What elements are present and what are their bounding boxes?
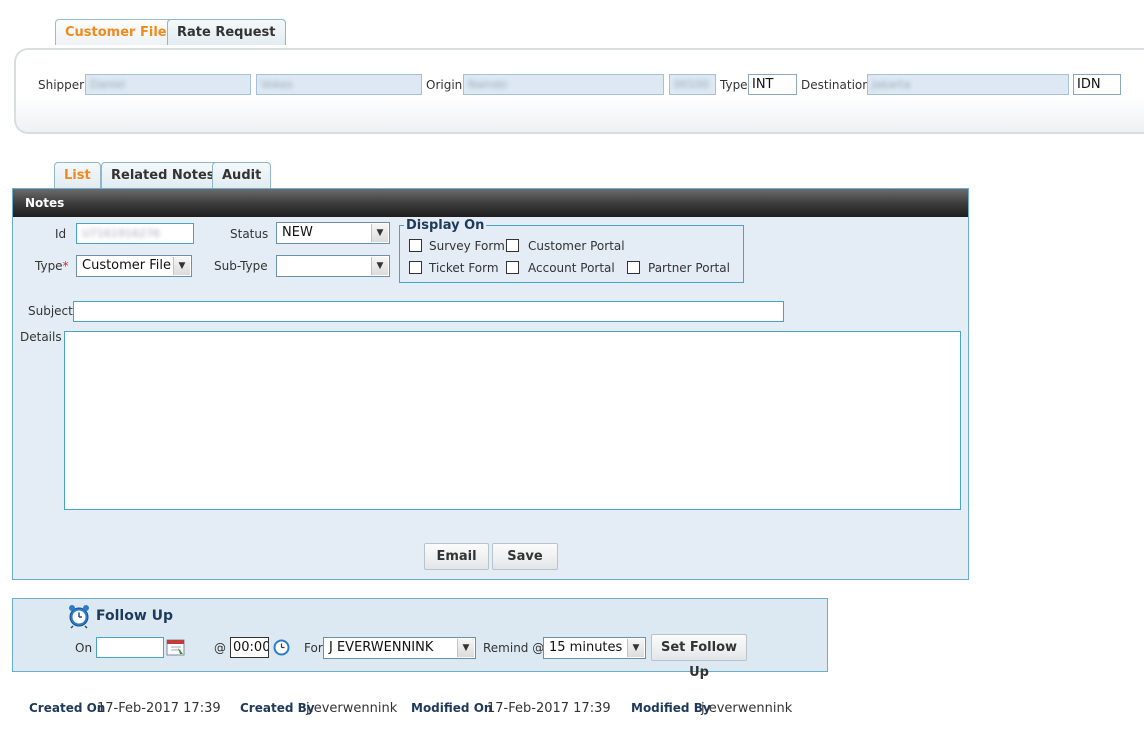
remind-select[interactable]: 15 minutes ▼ (543, 637, 646, 659)
ticket-form-label: Ticket Form (429, 261, 499, 275)
origin-code-field: 00100 (669, 74, 716, 95)
at-label: @ (214, 641, 226, 655)
calendar-icon[interactable] (166, 638, 186, 657)
modified-on-value: 17-Feb-2017 17:39 (487, 701, 611, 716)
destination-label: Destination (801, 78, 870, 92)
notes-panel: Notes Id U7161916276 Status NEW ▼ Type* … (12, 188, 969, 580)
status-select[interactable]: NEW ▼ (276, 222, 390, 244)
modified-on-label: Modified On (411, 701, 493, 715)
origin-label: Origin (426, 78, 463, 92)
details-textarea[interactable] (64, 331, 961, 510)
origin-city-field: Nairobi (463, 74, 664, 95)
tab-audit[interactable]: Audit (212, 162, 272, 188)
account-portal-checkbox[interactable] (506, 261, 519, 274)
shipper-first-name-field: Daniel (85, 74, 251, 95)
survey-form-checkbox[interactable] (409, 239, 422, 252)
assignee-select[interactable]: J EVERWENNINK ▼ (323, 637, 476, 659)
modified-by-label: Modified By (631, 701, 711, 715)
follow-up-time-input[interactable]: 00:00 (230, 637, 269, 658)
type-field: INT (748, 74, 797, 95)
ticket-form-checkbox[interactable] (409, 261, 422, 274)
destination-code-field: IDN (1073, 74, 1121, 95)
email-button[interactable]: Email (424, 543, 489, 570)
chevron-down-icon: ▼ (457, 639, 474, 657)
tab-customer-file[interactable]: Customer File (55, 19, 177, 45)
chevron-down-icon: ▼ (371, 257, 388, 275)
follow-up-title: Follow Up (96, 608, 174, 624)
alarm-clock-icon (67, 603, 91, 629)
created-by-value: j.everwennink (306, 701, 398, 716)
details-label: Details (20, 330, 62, 344)
partner-portal-label: Partner Portal (648, 261, 730, 275)
customer-portal-checkbox[interactable] (506, 239, 519, 252)
type-label: Type* (35, 259, 69, 273)
modified-by-value: j.everwennink (701, 701, 793, 716)
created-on-label: Created On (29, 701, 106, 715)
partner-portal-checkbox[interactable] (627, 261, 640, 274)
set-follow-up-button[interactable]: Set Follow Up (651, 634, 747, 680)
on-label: On (75, 641, 93, 655)
for-label: For (304, 641, 323, 655)
display-on-legend: Display On (404, 218, 487, 233)
shipper-last-name-field: Vokes (256, 74, 422, 95)
created-by-label: Created By (240, 701, 315, 715)
subtype-select[interactable]: ▼ (276, 255, 390, 277)
tab-list[interactable]: List (54, 162, 101, 188)
save-button[interactable]: Save (492, 543, 558, 570)
created-on-value: 17-Feb-2017 17:39 (97, 701, 221, 716)
shipper-label: Shipper (38, 78, 85, 92)
chevron-down-icon: ▼ (173, 257, 190, 275)
clock-icon[interactable] (273, 639, 290, 656)
subtype-label: Sub-Type (214, 259, 268, 273)
tab-rate-request[interactable]: Rate Request (167, 19, 286, 45)
remind-label: Remind @ (483, 641, 545, 655)
follow-up-date-input[interactable] (96, 637, 164, 658)
customer-portal-label: Customer Portal (528, 239, 625, 253)
notes-header: Notes (13, 189, 968, 217)
tab-related-notes[interactable]: Related Notes (101, 162, 225, 188)
chevron-down-icon: ▼ (627, 639, 644, 657)
survey-form-label: Survey Form (429, 239, 505, 253)
account-portal-label: Account Portal (528, 261, 615, 275)
type-select[interactable]: Customer File ▼ (76, 255, 192, 277)
destination-city-field: Jakarta (867, 74, 1069, 95)
type-label: Type (720, 78, 748, 92)
chevron-down-icon: ▼ (371, 224, 388, 242)
subject-input[interactable] (73, 301, 784, 322)
subject-label: Subject (28, 304, 73, 318)
follow-up-panel: Follow Up On @ 00:00 For J EVERWENNINK ▼… (12, 598, 828, 680)
id-label: Id (55, 227, 67, 241)
id-field: U7161916276 (76, 223, 194, 244)
status-label: Status (230, 227, 269, 241)
